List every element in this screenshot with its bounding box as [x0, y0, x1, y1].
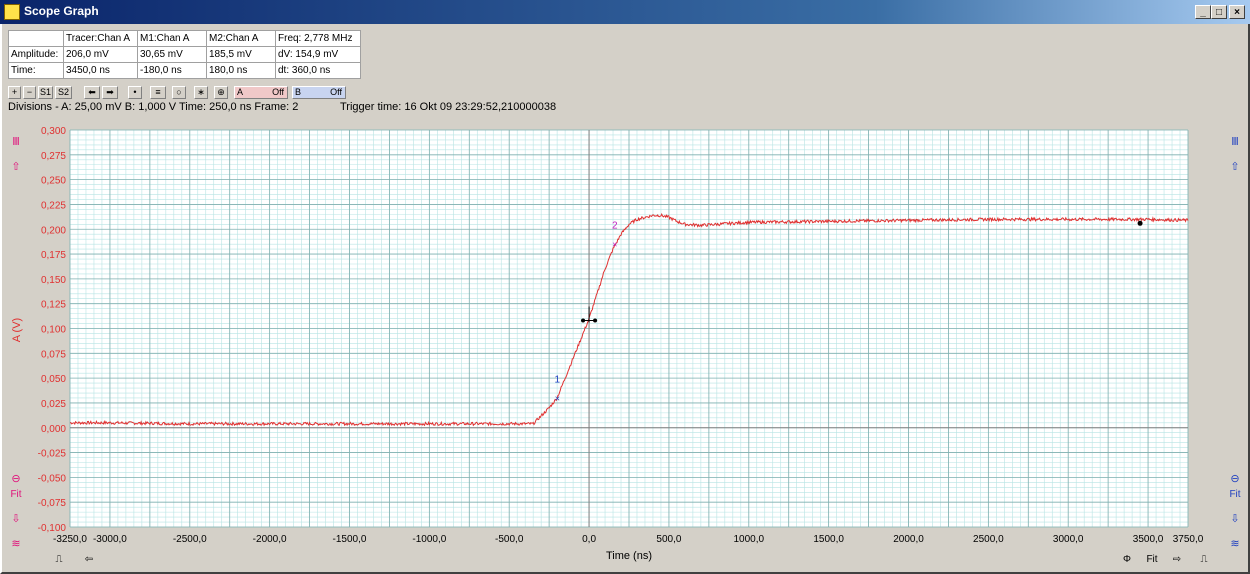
close-button[interactable]: ×	[1229, 5, 1245, 19]
table-cell: Tracer:Chan A	[63, 30, 138, 47]
compress-y-b-icon[interactable]: ≋	[1228, 537, 1242, 551]
divisions-info: Divisions - A: 25,00 mV B: 1,000 V Time:…	[8, 101, 299, 113]
channel-b-state: Off	[330, 87, 342, 97]
table-cell: dV: 154,9 mV	[275, 46, 361, 63]
table-cell: Time:	[8, 62, 64, 79]
window-title: Scope Graph	[24, 4, 99, 18]
measurement-table: Tracer:Chan A M1:Chan A M2:Chan A Freq: …	[8, 30, 361, 79]
fit-y-b-button[interactable]: Fit	[1225, 488, 1245, 502]
scroll-left-icon[interactable]: ⇦	[80, 554, 98, 566]
scroll-down-b-icon[interactable]: ⇩	[1228, 512, 1242, 526]
table-cell: 185,5 mV	[206, 46, 276, 63]
center-y-icon[interactable]: ⊖	[9, 472, 23, 486]
table-cell: -180,0 ns	[137, 62, 207, 79]
table-row: Tracer:Chan A M1:Chan A M2:Chan A Freq: …	[8, 30, 361, 47]
table-cell	[8, 30, 64, 47]
zoom-y-b-icon[interactable]: Ⅲ	[1228, 135, 1242, 149]
table-cell: Amplitude:	[8, 46, 64, 63]
table-cell: 206,0 mV	[63, 46, 138, 63]
s1-button[interactable]: S1	[38, 86, 53, 99]
scroll-up-b-icon[interactable]: ⇧	[1228, 160, 1242, 174]
minimize-button[interactable]: _	[1195, 5, 1211, 19]
fit-y-button[interactable]: Fit	[6, 488, 26, 502]
circle-icon[interactable]: ○	[172, 86, 186, 99]
channel-a-label: A	[237, 87, 244, 97]
compress-x-icon[interactable]: ⎍	[1195, 554, 1213, 566]
channel-a-toggle[interactable]: A Off	[234, 86, 288, 99]
s2-button[interactable]: S2	[55, 86, 72, 99]
grid-icon[interactable]: ≡	[150, 86, 166, 99]
table-cell: Freq: 2,778 MHz	[275, 30, 361, 47]
dot-marker-icon[interactable]: •	[128, 86, 142, 99]
table-row: Time: 3450,0 ns -180,0 ns 180,0 ns dt: 3…	[8, 62, 361, 79]
scroll-right-icon[interactable]: ⇨	[1168, 554, 1186, 566]
table-cell: dt: 360,0 ns	[275, 62, 361, 79]
scroll-down-icon[interactable]: ⇩	[9, 512, 23, 526]
table-cell: M2:Chan A	[206, 30, 276, 47]
table-cell: M1:Chan A	[137, 30, 207, 47]
center-y-b-icon[interactable]: ⊖	[1228, 472, 1242, 486]
zoom-y-icon[interactable]: Ⅲ	[9, 135, 23, 149]
channel-b-label: B	[295, 87, 302, 97]
arrow-left-icon[interactable]: ⬅	[84, 86, 100, 99]
title-bar: Scope Graph _ □ ×	[0, 0, 1250, 24]
table-row: Amplitude: 206,0 mV 30,65 mV 185,5 mV dV…	[8, 46, 361, 63]
table-cell: 180,0 ns	[206, 62, 276, 79]
channel-a-state: Off	[272, 87, 284, 97]
center-x-icon[interactable]: Φ	[1118, 554, 1136, 566]
cursor-icon[interactable]: ∗	[194, 86, 208, 99]
trigger-time: Trigger time: 16 Okt 09 23:29:52,2100000…	[340, 101, 557, 113]
arrow-right-icon[interactable]: ➡	[102, 86, 118, 99]
link-icon[interactable]: ⊕	[214, 86, 228, 99]
scope-app-icon	[4, 4, 20, 20]
fit-x-button[interactable]: Fit	[1141, 554, 1163, 566]
maximize-button[interactable]: □	[1211, 5, 1227, 19]
zoom-x-icon[interactable]: ⎍	[50, 554, 68, 566]
table-cell: 30,65 mV	[137, 46, 207, 63]
scroll-up-icon[interactable]: ⇧	[9, 160, 23, 174]
compress-y-icon[interactable]: ≋	[9, 537, 23, 551]
table-cell: 3450,0 ns	[63, 62, 138, 79]
remove-marker-button[interactable]: −	[23, 86, 36, 99]
channel-b-toggle[interactable]: B Off	[292, 86, 346, 99]
add-marker-button[interactable]: +	[8, 86, 21, 99]
